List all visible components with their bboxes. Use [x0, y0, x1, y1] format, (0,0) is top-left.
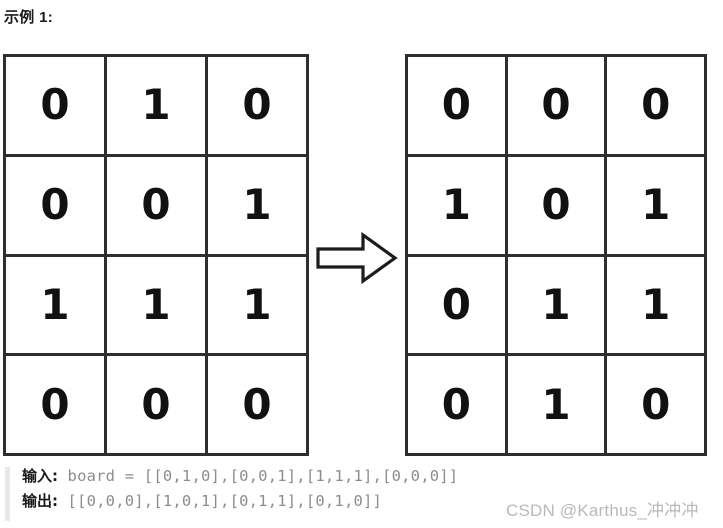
grid-cell: 0 [242, 80, 272, 130]
output-value: [[0,0,0],[1,0,1],[0,1,1],[0,1,0]] [58, 492, 383, 510]
grid-cell: 0 [6, 57, 107, 154]
input-line: 输入: board = [[0,1,0],[0,0,1],[1,1,1],[0,… [22, 464, 458, 489]
output-grid: 0 0 0 1 0 1 0 1 1 0 1 0 [405, 54, 707, 456]
grid-cell: 1 [6, 256, 107, 354]
input-value: board = [[0,1,0],[0,0,1],[1,1,1],[0,0,0]… [58, 467, 459, 485]
grid-cell: 1 [508, 356, 608, 453]
grid-cell: 0 [242, 379, 272, 429]
right-arrow-icon [316, 232, 398, 284]
input-grid: 0 1 0 0 0 1 1 1 1 0 0 0 [3, 54, 309, 456]
table-row: 1 0 1 [408, 156, 704, 257]
grid-cell: 0 [6, 156, 107, 254]
table-row: 0 1 0 [408, 356, 704, 453]
grid-cell: 1 [107, 57, 208, 154]
output-line: 输出: [[0,0,0],[1,0,1],[0,1,1],[0,1,0]] [22, 489, 458, 514]
table-row: 0 1 0 [6, 57, 306, 157]
table-row: 0 0 1 [6, 156, 306, 257]
table-row: 0 1 1 [408, 256, 704, 357]
grid-cell: 1 [107, 256, 208, 354]
output-label: 输出: [22, 492, 58, 510]
grid-cell: 1 [508, 256, 608, 354]
grid-cell: 0 [508, 156, 608, 254]
grid-cell: 0 [408, 356, 508, 453]
csdn-watermark: CSDN @Karthus_冲冲冲 [506, 501, 699, 520]
quote-bar [5, 467, 10, 521]
table-row: 0 0 0 [6, 356, 306, 453]
grid-cell: 0 [641, 379, 671, 429]
grid-cell: 1 [242, 279, 272, 329]
grid-cell: 1 [641, 180, 671, 230]
grid-cell: 0 [107, 156, 208, 254]
table-row: 0 0 0 [408, 57, 704, 157]
input-label: 输入: [22, 467, 58, 485]
grid-cell: 0 [6, 356, 107, 453]
grid-cell: 1 [242, 180, 272, 230]
page-title: 示例 1: [4, 9, 54, 26]
grid-cell: 1 [641, 279, 671, 329]
code-lines: 输入: board = [[0,1,0],[0,0,1],[1,1,1],[0,… [22, 464, 458, 514]
grid-cell: 0 [641, 80, 671, 130]
grid-cell: 0 [508, 57, 608, 154]
grid-cell: 1 [408, 156, 508, 254]
grid-cell: 0 [408, 256, 508, 354]
grid-cell: 0 [107, 356, 208, 453]
table-row: 1 1 1 [6, 256, 306, 357]
grid-cell: 0 [408, 57, 508, 154]
example-figure: 0 1 0 0 0 1 1 1 1 0 0 0 0 0 0 1 0 1 0 1 … [0, 54, 723, 458]
